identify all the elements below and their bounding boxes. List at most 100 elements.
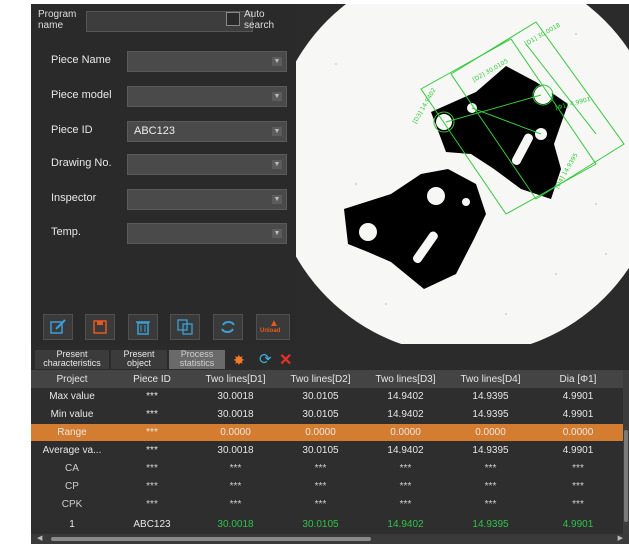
table-cell: *** bbox=[146, 409, 158, 420]
trash-icon bbox=[136, 321, 150, 335]
tab-process-statistics[interactable]: Process statistics bbox=[169, 350, 225, 369]
table-cell: 30.0105 bbox=[302, 445, 339, 456]
chevron-down-icon: ▼ bbox=[272, 92, 282, 101]
part-image: [D1] 30.0018 [D2] 30.0105 [D3] 14.9402 [… bbox=[296, 4, 629, 344]
piece-model-select[interactable]: ▼ bbox=[127, 86, 287, 107]
table-header: Project Piece ID Two lines[D1] Two lines… bbox=[31, 370, 623, 388]
drawing-no-select[interactable]: ▼ bbox=[127, 154, 287, 175]
table-cell: Min value bbox=[50, 409, 94, 420]
table-cell: 4.9901 bbox=[562, 519, 594, 530]
table-cell: Max value bbox=[49, 391, 95, 402]
table-row[interactable]: 1 ABC123 30.0018 30.0105 14.9402 14.9395… bbox=[31, 516, 623, 533]
piece-id-label: Piece ID bbox=[51, 124, 93, 136]
table-row[interactable]: CP *** *** *** *** *** *** bbox=[31, 478, 623, 495]
edit-icon bbox=[50, 319, 66, 334]
table-cell: *** bbox=[484, 463, 497, 474]
vertical-scrollbar[interactable] bbox=[623, 370, 629, 534]
col-d2: Two lines[D2] bbox=[290, 374, 351, 385]
col-piece-id: Piece ID bbox=[133, 374, 171, 385]
table-cell: CPK bbox=[61, 499, 83, 510]
table-cell: *** bbox=[146, 445, 158, 456]
refresh-icon bbox=[221, 321, 235, 333]
program-name-label: Program name bbox=[38, 9, 77, 31]
unload-button[interactable]: ▲ Unload bbox=[256, 314, 290, 340]
table-cell: *** bbox=[229, 481, 242, 492]
tab-present-object[interactable]: Present object bbox=[111, 350, 167, 369]
edit-button[interactable] bbox=[43, 314, 73, 340]
table-row[interactable]: Max value *** 30.0018 30.0105 14.9402 14… bbox=[31, 388, 623, 405]
col-project: Project bbox=[56, 374, 88, 385]
table-cell: 30.0018 bbox=[217, 409, 254, 420]
table-cell: 30.0018 bbox=[217, 519, 254, 530]
table-cell: 0.0000 bbox=[475, 427, 506, 438]
drawing-no-label: Drawing No. bbox=[51, 157, 112, 169]
table-cell: 14.9402 bbox=[387, 445, 424, 456]
table-cell: 14.9395 bbox=[472, 519, 509, 530]
table-cell: *** bbox=[229, 499, 242, 510]
vertical-scroll-thumb[interactable] bbox=[624, 430, 628, 522]
copy-button[interactable] bbox=[170, 314, 200, 340]
table-cell: CA bbox=[65, 463, 79, 474]
table-cell: 0.0000 bbox=[562, 427, 594, 438]
auto-search-checkbox[interactable] bbox=[226, 12, 240, 26]
table-cell: 14.9395 bbox=[472, 409, 509, 420]
inspector-label: Inspector bbox=[51, 192, 97, 204]
temp-select[interactable]: ▼ bbox=[127, 223, 287, 244]
unload-label: Unload bbox=[260, 328, 281, 334]
table-cell: 0.0000 bbox=[305, 427, 336, 438]
scroll-right-icon[interactable]: ▶ bbox=[618, 534, 623, 542]
chevron-down-icon: ▼ bbox=[272, 57, 282, 66]
table-cell: *** bbox=[314, 499, 327, 510]
table-cell: *** bbox=[314, 463, 327, 474]
col-d4: Two lines[D4] bbox=[460, 374, 521, 385]
delete-button[interactable] bbox=[128, 314, 158, 340]
table-cell: 0.0000 bbox=[220, 427, 251, 438]
auto-search-label: Auto search bbox=[244, 9, 275, 31]
refresh-icon[interactable]: ⟳ bbox=[259, 350, 272, 368]
table-cell: *** bbox=[484, 481, 497, 492]
table-cell: 0.0000 bbox=[390, 427, 421, 438]
piece-id-value: ABC123 bbox=[134, 125, 175, 137]
piece-info-panel: Program name Auto search Piece Name ▼ Pi… bbox=[31, 4, 296, 344]
table-cell: 30.0105 bbox=[302, 409, 339, 420]
table-cell: 14.9395 bbox=[472, 391, 509, 402]
tab-present-characteristics[interactable]: Present characteristics bbox=[35, 350, 109, 369]
save-icon bbox=[93, 320, 107, 334]
table-cell: *** bbox=[399, 463, 412, 474]
table-cell: ABC123 bbox=[133, 519, 171, 530]
piece-name-select[interactable]: ▼ bbox=[127, 51, 287, 72]
table-cell: *** bbox=[229, 463, 242, 474]
table-row-highlighted[interactable]: Range *** 0.0000 0.0000 0.0000 0.0000 0.… bbox=[31, 424, 623, 441]
table-row[interactable]: CA *** *** *** *** *** *** bbox=[31, 460, 623, 477]
table-cell: 14.9402 bbox=[387, 519, 424, 530]
refresh-button[interactable] bbox=[213, 314, 243, 340]
table-row[interactable]: Min value *** 30.0018 30.0105 14.9402 14… bbox=[31, 406, 623, 423]
table-cell: *** bbox=[314, 481, 327, 492]
table-cell: *** bbox=[572, 463, 584, 474]
col-d1: Two lines[D1] bbox=[205, 374, 266, 385]
table-cell: *** bbox=[399, 481, 412, 492]
scroll-left-icon[interactable]: ◀ bbox=[37, 534, 42, 542]
table-cell: 30.0105 bbox=[302, 519, 339, 530]
close-icon[interactable]: ✕ bbox=[279, 350, 292, 370]
piece-id-select[interactable]: ABC123 ▼ bbox=[127, 121, 287, 142]
horizontal-scroll-thumb[interactable] bbox=[51, 537, 371, 541]
chevron-down-icon: ▼ bbox=[272, 229, 282, 238]
table-row[interactable]: CPK *** *** *** *** *** *** bbox=[31, 496, 623, 513]
chevron-down-icon: ▼ bbox=[272, 195, 282, 204]
piece-model-label: Piece model bbox=[51, 89, 112, 101]
inspector-select[interactable]: ▼ bbox=[127, 189, 287, 210]
table-cell: *** bbox=[399, 499, 412, 510]
gear-icon[interactable]: ✸ bbox=[233, 352, 245, 369]
table-cell: 4.9901 bbox=[562, 445, 594, 456]
save-button[interactable] bbox=[85, 314, 115, 340]
image-viewer[interactable]: [D1] 30.0018 [D2] 30.0105 [D3] 14.9402 [… bbox=[296, 4, 629, 344]
table-row[interactable]: Average va... *** 30.0018 30.0105 14.940… bbox=[31, 442, 623, 459]
table-cell: 30.0105 bbox=[302, 391, 339, 402]
table-cell: *** bbox=[572, 499, 584, 510]
horizontal-scrollbar[interactable]: ◀ ▶ bbox=[31, 534, 629, 544]
table-cell: Average va... bbox=[42, 445, 102, 456]
table-cell: *** bbox=[484, 499, 497, 510]
table-cell: Range bbox=[57, 427, 87, 438]
table-cell: 14.9402 bbox=[387, 391, 424, 402]
